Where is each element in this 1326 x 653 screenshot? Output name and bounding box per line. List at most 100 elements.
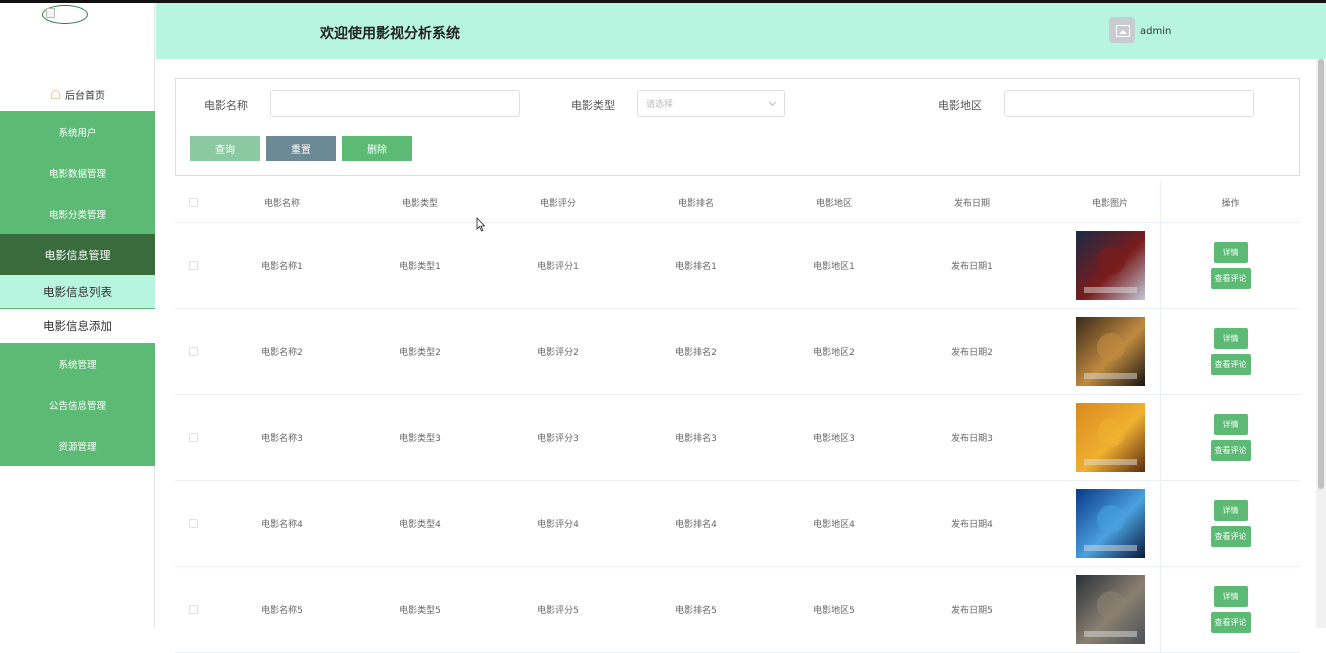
movie-type-label: 电影类型 xyxy=(571,99,615,112)
movie-type-select[interactable]: 请选择 xyxy=(637,90,785,117)
movie-name-input[interactable] xyxy=(270,90,520,117)
sidebar-item-system-manage[interactable]: 系统管理 xyxy=(0,343,155,384)
movie-poster-image[interactable] xyxy=(1075,575,1145,644)
sidebar-item-movie-info[interactable]: 电影信息管理 xyxy=(0,234,155,275)
header-date: 发布日期 xyxy=(953,198,990,209)
cell-date: 发布日期1 xyxy=(951,262,993,272)
sidebar-item-resource-manage[interactable]: 资源管理 xyxy=(0,425,155,466)
view-reviews-button[interactable]: 查看评论 xyxy=(1210,612,1251,633)
cell-image xyxy=(1041,395,1179,480)
row-checkbox[interactable] xyxy=(188,347,198,356)
view-reviews-button[interactable]: 查看评论 xyxy=(1210,526,1251,547)
logo xyxy=(42,5,88,24)
cell-type: 电影类型3 xyxy=(399,434,441,444)
row-checkbox-cell xyxy=(175,481,211,566)
username[interactable]: admin xyxy=(1140,26,1171,37)
table-row: 电影名称2 电影类型2 电影评分2 电影排名2 电影地区2 发布日期2 详情 查看评论 xyxy=(175,309,1300,395)
movie-name-label: 电影名称 xyxy=(204,99,248,112)
sidebar-item-system-users[interactable]: 系统用户 xyxy=(0,111,155,152)
cell-region: 电影地区2 xyxy=(813,348,855,358)
detail-button[interactable]: 详情 xyxy=(1213,242,1248,263)
delete-button[interactable]: 删除 xyxy=(342,136,412,161)
header-score: 电影评分 xyxy=(539,198,576,209)
movie-region-input[interactable] xyxy=(1004,90,1254,117)
header-type: 电影类型 xyxy=(401,198,438,209)
movie-poster-image[interactable] xyxy=(1075,489,1145,558)
detail-button[interactable]: 详情 xyxy=(1213,328,1248,349)
header-name: 电影名称 xyxy=(263,198,300,209)
cell-date: 发布日期4 xyxy=(951,520,993,530)
cell-rank: 电影排名2 xyxy=(675,348,717,358)
cell-date: 发布日期5 xyxy=(951,606,993,616)
cell-actions: 详情 查看评论 xyxy=(1161,481,1300,566)
header-checkbox-cell xyxy=(175,182,211,222)
cell-name: 电影名称2 xyxy=(261,348,303,358)
cell-type: 电影类型4 xyxy=(399,520,441,530)
movie-poster-image[interactable] xyxy=(1075,317,1145,386)
sidebar-subitem-movie-list[interactable]: 电影信息列表 xyxy=(0,275,155,309)
sidebar-subitem-movie-add[interactable]: 电影信息添加 xyxy=(0,309,155,343)
sidebar-nav: 系统用户 电影数据管理 电影分类管理 电影信息管理 电影信息列表 电影信息添加 … xyxy=(0,111,155,466)
detail-button[interactable]: 详情 xyxy=(1213,500,1248,521)
mouse-cursor-icon xyxy=(476,217,486,232)
broken-image-icon xyxy=(46,8,55,18)
table-row: 电影名称4 电影类型4 电影评分4 电影排名4 电影地区4 发布日期4 详情 查看评论 xyxy=(175,481,1300,567)
cell-date: 发布日期2 xyxy=(951,348,993,358)
movie-poster-image[interactable] xyxy=(1075,403,1145,472)
sidebar-item-label: 后台首页 xyxy=(65,90,105,102)
cell-score: 电影评分4 xyxy=(537,520,579,530)
cell-score: 电影评分1 xyxy=(537,262,579,272)
row-checkbox[interactable] xyxy=(188,433,198,442)
scrollbar-thumb[interactable] xyxy=(1318,59,1324,489)
cell-region: 电影地区5 xyxy=(813,606,855,616)
page-title: 欢迎使用影视分析系统 xyxy=(320,26,460,42)
header: 欢迎使用影视分析系统 admin xyxy=(156,3,1326,59)
cell-type: 电影类型5 xyxy=(399,606,441,616)
row-checkbox-cell xyxy=(175,395,211,480)
row-checkbox-cell xyxy=(175,309,211,394)
cell-score: 电影评分2 xyxy=(537,348,579,358)
cell-rank: 电影排名4 xyxy=(675,520,717,530)
cell-score: 电影评分3 xyxy=(537,434,579,444)
cell-image xyxy=(1041,309,1179,394)
row-checkbox-cell xyxy=(175,567,211,652)
cell-date: 发布日期3 xyxy=(951,434,993,444)
select-all-checkbox[interactable] xyxy=(188,197,198,207)
view-reviews-button[interactable]: 查看评论 xyxy=(1210,440,1251,461)
sidebar: 后台首页 系统用户 电影数据管理 电影分类管理 电影信息管理 电影信息列表 电影… xyxy=(0,3,155,628)
row-checkbox-cell xyxy=(175,223,211,308)
cell-rank: 电影排名3 xyxy=(675,434,717,444)
sidebar-item-home[interactable]: 后台首页 xyxy=(0,77,155,111)
cell-score: 电影评分5 xyxy=(537,606,579,616)
cell-image xyxy=(1041,481,1179,566)
view-reviews-button[interactable]: 查看评论 xyxy=(1210,268,1251,289)
reset-button[interactable]: 重置 xyxy=(266,136,336,161)
page-scrollbar[interactable] xyxy=(1316,59,1326,628)
movie-poster-image[interactable] xyxy=(1075,231,1145,300)
row-checkbox[interactable] xyxy=(188,261,198,270)
cell-name: 电影名称3 xyxy=(261,434,303,444)
cell-actions: 详情 查看评论 xyxy=(1161,567,1300,652)
cell-type: 电影类型2 xyxy=(399,348,441,358)
search-panel: 电影名称 电影类型 请选择 电影地区 查询 重置 删除 xyxy=(175,78,1300,176)
cell-region: 电影地区4 xyxy=(813,520,855,530)
cell-name: 电影名称5 xyxy=(261,606,303,616)
header-rank: 电影排名 xyxy=(677,198,714,209)
detail-button[interactable]: 详情 xyxy=(1213,414,1248,435)
cell-name: 电影名称1 xyxy=(261,262,303,272)
cell-region: 电影地区1 xyxy=(813,262,855,272)
sidebar-item-notice-manage[interactable]: 公告信息管理 xyxy=(0,384,155,425)
header-image: 电影图片 xyxy=(1091,198,1128,209)
query-button[interactable]: 查询 xyxy=(190,136,260,161)
cell-rank: 电影排名1 xyxy=(675,262,717,272)
header-region: 电影地区 xyxy=(815,198,852,209)
detail-button[interactable]: 详情 xyxy=(1213,586,1248,607)
row-checkbox[interactable] xyxy=(188,519,198,528)
select-placeholder: 请选择 xyxy=(646,100,674,110)
chevron-down-icon xyxy=(768,98,777,107)
sidebar-item-movie-data[interactable]: 电影数据管理 xyxy=(0,152,155,193)
view-reviews-button[interactable]: 查看评论 xyxy=(1210,354,1251,375)
sidebar-item-movie-category[interactable]: 电影分类管理 xyxy=(0,193,155,234)
row-checkbox[interactable] xyxy=(188,605,198,614)
avatar-image-icon[interactable] xyxy=(1109,17,1135,43)
